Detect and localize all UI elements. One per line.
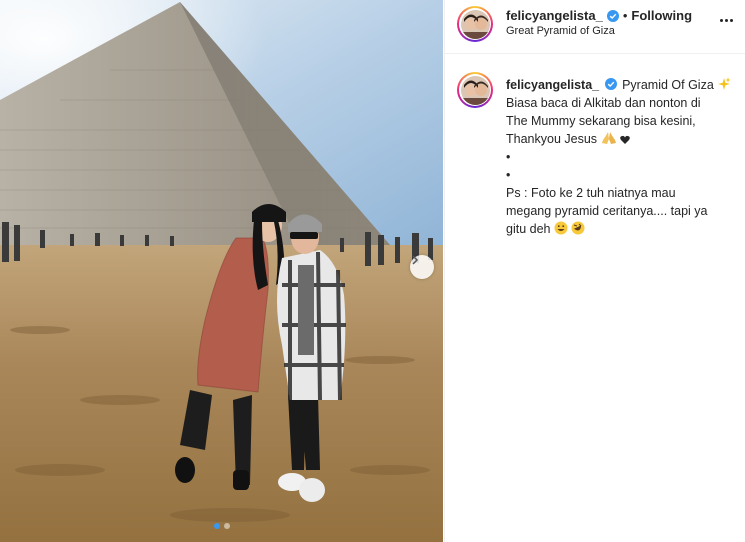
post-header: felicyangelista_ • Following Great Pyram… [445, 0, 745, 54]
caption-username[interactable]: felicyangelista_ [506, 78, 599, 92]
profile-photo [460, 75, 490, 105]
pyramid-photo-illustration [0, 0, 443, 542]
black-heart-icon [620, 135, 630, 144]
caption-line: gitu deh [506, 222, 551, 236]
caption-line: • [506, 168, 511, 182]
chevron-right-icon [412, 255, 419, 265]
more-options-button[interactable] [717, 12, 735, 28]
header-avatar[interactable] [457, 6, 493, 42]
caption-line: Ps : Foto ke 2 tuh niatnya mau [506, 186, 676, 200]
grinning-sweat-emoji-icon [554, 221, 568, 235]
caption-avatar[interactable] [457, 72, 493, 108]
more-horizontal-icon [719, 18, 723, 22]
post-side-panel: felicyangelista_ • Following Great Pyram… [444, 0, 745, 542]
caption-line: • [506, 150, 511, 164]
post-photo[interactable] [0, 0, 443, 542]
profile-photo [460, 9, 490, 39]
carousel-dot-active [213, 523, 220, 529]
following-button[interactable]: Following [631, 8, 692, 23]
caption-line: Biasa baca di Alkitab dan nonton di [506, 96, 701, 110]
caption-line: megang pyramid ceritanya.... tapi ya [506, 204, 708, 218]
carousel-indicator [0, 523, 443, 529]
header-username[interactable]: felicyangelista_ [506, 8, 603, 23]
verified-badge-icon [604, 78, 617, 90]
header-separator: • [622, 8, 628, 23]
verified-badge-icon [606, 9, 619, 22]
sparkles-emoji-icon [718, 77, 732, 90]
carousel-next-button[interactable] [410, 255, 434, 279]
caption-line: Pyramid Of Giza [622, 78, 714, 92]
caption-text: felicyangelista_ Pyramid Of Giza Biasa b… [506, 76, 742, 238]
caption-line: The Mummy sekarang bisa kesini, [506, 114, 696, 128]
caption-line: Thankyou Jesus [506, 132, 598, 146]
rolling-laughing-emoji-icon [571, 221, 585, 235]
folded-hands-emoji-icon [601, 132, 616, 144]
carousel-dot [223, 523, 230, 529]
location-link[interactable]: Great Pyramid of Giza [506, 25, 615, 37]
